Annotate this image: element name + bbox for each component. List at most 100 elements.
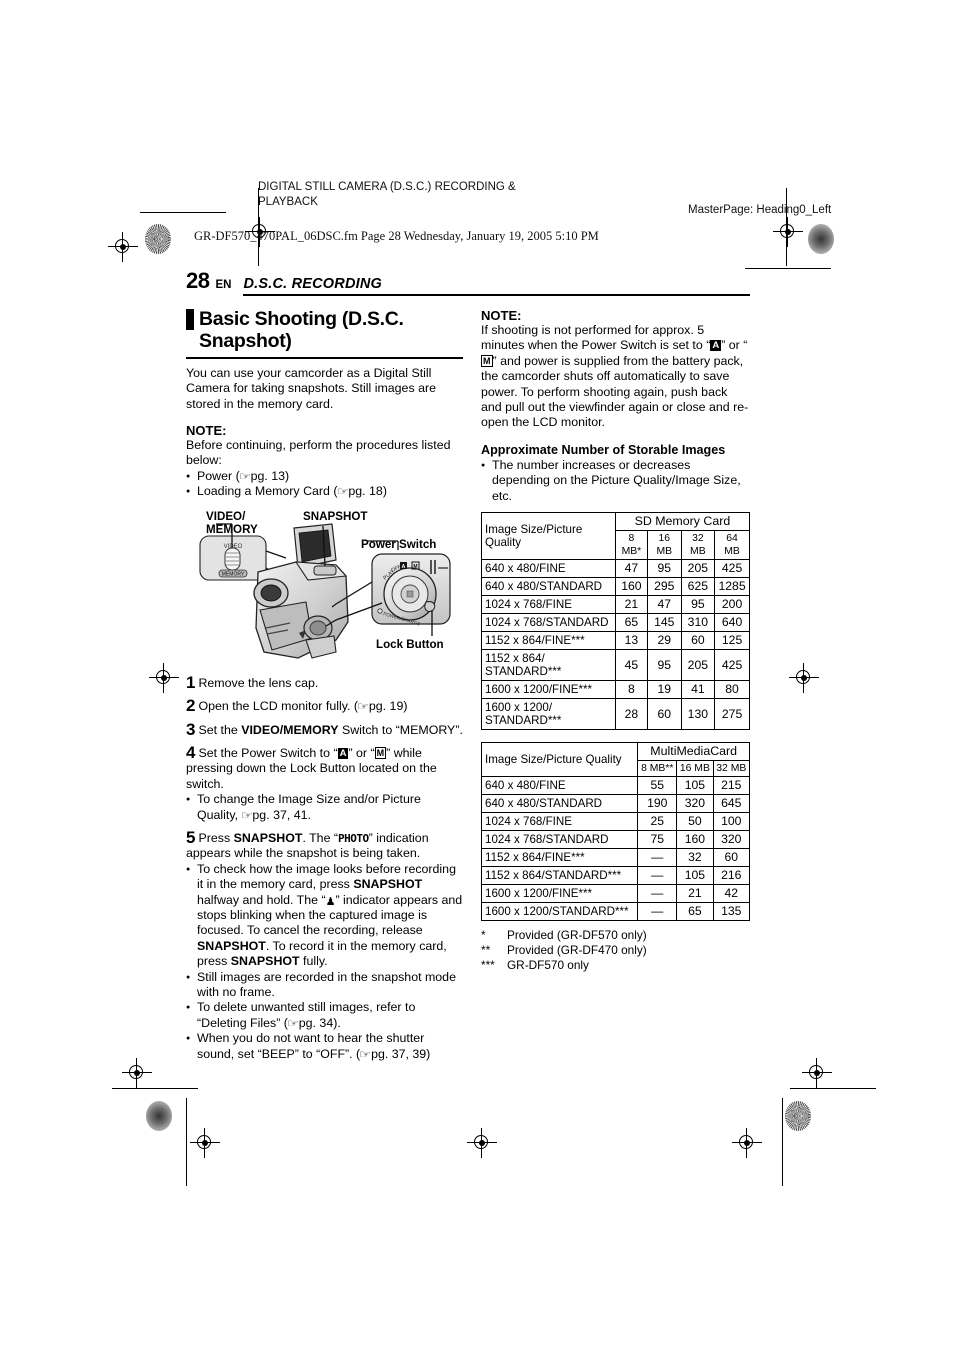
note-text-right: If shooting is not performed for approx.… — [481, 323, 749, 430]
table-row: 1152 x 864/FINE*** 13 29 60 125 — [481, 631, 750, 651]
crop-line-top-right — [745, 268, 831, 270]
mmc-capacity-2: 32 MB — [712, 760, 751, 778]
storable-count-cell: 45 — [614, 649, 649, 682]
step-1: 1 Remove the lens cap. — [186, 674, 463, 691]
table-row: 1152 x 864/FINE*** —32 60 — [480, 848, 751, 868]
halftone-patch-top-left — [145, 224, 171, 254]
image-size-quality-cell: 1024 x 768/FINE — [480, 812, 639, 832]
right-column: NOTE: If shooting is not performed for a… — [480, 308, 751, 1062]
note-heading-left: NOTE: — [186, 423, 227, 439]
storable-count-cell: 320 — [676, 794, 714, 814]
footnote-mark: * — [481, 928, 486, 943]
footnote-text: GR-DF570 only — [507, 958, 589, 973]
registration-mark-bottom-right-upper — [802, 1058, 832, 1088]
image-size-quality-cell: 1152 x 864/STANDARD*** — [481, 649, 616, 682]
svg-text:MEMORY: MEMORY — [222, 571, 245, 577]
intro-paragraph: You can use your camcorder as a Digital … — [186, 365, 436, 411]
storable-count-cell: 95 — [680, 595, 716, 615]
storable-count-cell: 216 — [712, 866, 751, 886]
manual-mode-icon: M — [481, 354, 493, 367]
sd-corner-header: Image Size/Picture Quality — [481, 512, 616, 561]
page-number: 28 — [186, 268, 210, 293]
image-size-quality-cell: 1024 x 768/STANDARD — [480, 830, 639, 850]
registration-mark-bottom-center — [467, 1128, 497, 1158]
storable-count-cell: 19 — [647, 680, 682, 700]
storable-count-cell: 42 — [712, 884, 751, 904]
step-3: 3 Set the VIDEO/MEMORY Switch to “MEMORY”… — [186, 721, 463, 738]
step-4-notes: To change the Image Size and/or Picture … — [186, 792, 463, 823]
see-page-hand-icon: ☞ — [336, 485, 348, 499]
two-column-layout: Basic Shooting (D.S.C. Snapshot) You can… — [186, 308, 751, 1062]
storable-count-cell: 310 — [680, 613, 716, 633]
image-size-quality-cell: 1152 x 864/FINE*** — [481, 631, 616, 651]
image-size-quality-cell: 1600 x 1200/FINE*** — [481, 680, 616, 700]
registration-mark-left-mid — [149, 663, 179, 693]
table-row: 640 x 480/FINE 47 95 205 425 — [481, 559, 750, 579]
crop-guide-vertical-bl — [186, 1098, 188, 1186]
prepress-master-page: MasterPage: Heading0_Left — [688, 204, 832, 216]
image-size-quality-cell: 640 x 480/FINE — [481, 559, 616, 579]
storable-count-cell: — — [637, 902, 678, 922]
svg-text:M: M — [413, 564, 417, 570]
footnote-row: *** GR-DF570 only — [481, 958, 750, 973]
list-item: To delete unwanted still images, refer t… — [186, 1000, 463, 1031]
image-size-quality-cell: 1024 x 768/FINE — [481, 595, 616, 615]
mmc-table-head: Image Size/Picture Quality MultiMediaCar… — [480, 742, 751, 778]
sd-memory-card-table: Image Size/Picture Quality SD Memory Car… — [481, 512, 751, 731]
storable-count-cell: 60 — [680, 631, 716, 651]
storable-count-cell: 95 — [647, 649, 682, 682]
step-2: 2 Open the LCD monitor fully. (☞pg. 19) — [186, 696, 463, 716]
table-row: 1024 x 768/FINE 21 47 95 200 — [481, 595, 750, 615]
image-size-quality-cell: 1600 x 1200/STANDARD*** — [480, 902, 639, 922]
note-text-left: Before continuing, perform the procedure… — [186, 438, 451, 468]
registration-mark-top-right — [773, 217, 803, 247]
table-row: 1024 x 768/STANDARD 75 160 320 — [480, 830, 751, 850]
step-5-notes: To check how the image looks before reco… — [186, 862, 463, 1062]
image-size-quality-cell: 1152 x 864/STANDARD*** — [480, 866, 639, 886]
prerequisite-list: Power (☞pg. 13) Loading a Memory Card (☞… — [186, 469, 463, 501]
storable-images-notes: The number increases or decreases depend… — [481, 458, 750, 504]
svg-text:A: A — [402, 564, 406, 570]
step-text: Remove the lens cap. — [198, 675, 319, 690]
multimediacard-table: Image Size/Picture Quality MultiMediaCar… — [480, 742, 751, 922]
storable-count-cell: 32 — [676, 848, 714, 868]
table-row: 1600 x 1200/STANDARD*** —65 135 — [480, 902, 751, 922]
sd-capacity-3: 64 MB — [714, 530, 750, 561]
crop-guide-vertical-br — [782, 1098, 784, 1186]
see-page-hand-icon: ☞ — [356, 700, 369, 714]
registration-mark-top-left-outer — [108, 232, 138, 262]
step-text: Set the Power Switch to “A” or “M” while… — [186, 745, 437, 791]
table-row: 1600 x 1200/FINE*** —21 42 — [480, 884, 751, 904]
storable-count-cell: 320 — [712, 830, 751, 850]
step-number: 2 — [186, 696, 196, 716]
footnote-row: ** Provided (GR-DF470 only) — [481, 943, 750, 958]
see-page-hand-icon: ☞ — [240, 808, 252, 822]
sd-capacity-2: 32 MB — [680, 530, 716, 561]
prepress-file-line: GR-DF570_470PAL_06DSC.fm Page 28 Wednesd… — [194, 229, 599, 243]
table-row: 1152 x 864/STANDARD*** 45 95 205 425 — [481, 649, 750, 682]
auto-mode-icon: A — [337, 747, 349, 759]
sd-table-body: 640 x 480/FINE 47 95 205 425 640 x 480/STANDA… — [481, 559, 750, 731]
mmc-corner-header: Image Size/Picture Quality — [480, 742, 639, 778]
auto-mode-icon: A — [710, 340, 722, 352]
storable-count-cell: 60 — [647, 698, 682, 731]
table-row: 640 x 480/STANDARD 160 295 625 1285 — [481, 577, 750, 597]
step-text: Press SNAPSHOT. The “PHOTO” indication a… — [186, 830, 429, 861]
image-size-quality-cell: 1024 x 768/STANDARD — [481, 613, 616, 633]
prepress-master-note: DIGITAL STILL CAMERA (D.S.C.) RECORDING … — [258, 181, 516, 208]
storable-count-cell: 80 — [714, 680, 750, 700]
storable-count-cell: 41 — [680, 680, 716, 700]
storable-count-cell: 640 — [714, 613, 750, 633]
list-item: Power (☞pg. 13) — [186, 469, 463, 485]
section-title: D.S.C. RECORDING — [243, 276, 750, 296]
sd-table-head: Image Size/Picture Quality SD Memory Car… — [481, 512, 751, 561]
crop-line-top-left — [140, 212, 226, 214]
focus-indicator-icon: ♟ — [325, 895, 336, 908]
storable-count-cell: 65 — [614, 613, 649, 633]
storable-count-cell: — — [637, 884, 678, 904]
left-column: Basic Shooting (D.S.C. Snapshot) You can… — [186, 308, 463, 1062]
step-text: Open the LCD monitor fully. (☞pg. 19) — [198, 699, 408, 714]
crop-line-bottom-left — [112, 1088, 198, 1090]
list-item: To change the Image Size and/or Picture … — [186, 792, 463, 823]
mmc-capacity-0: 8 MB** — [637, 760, 678, 778]
